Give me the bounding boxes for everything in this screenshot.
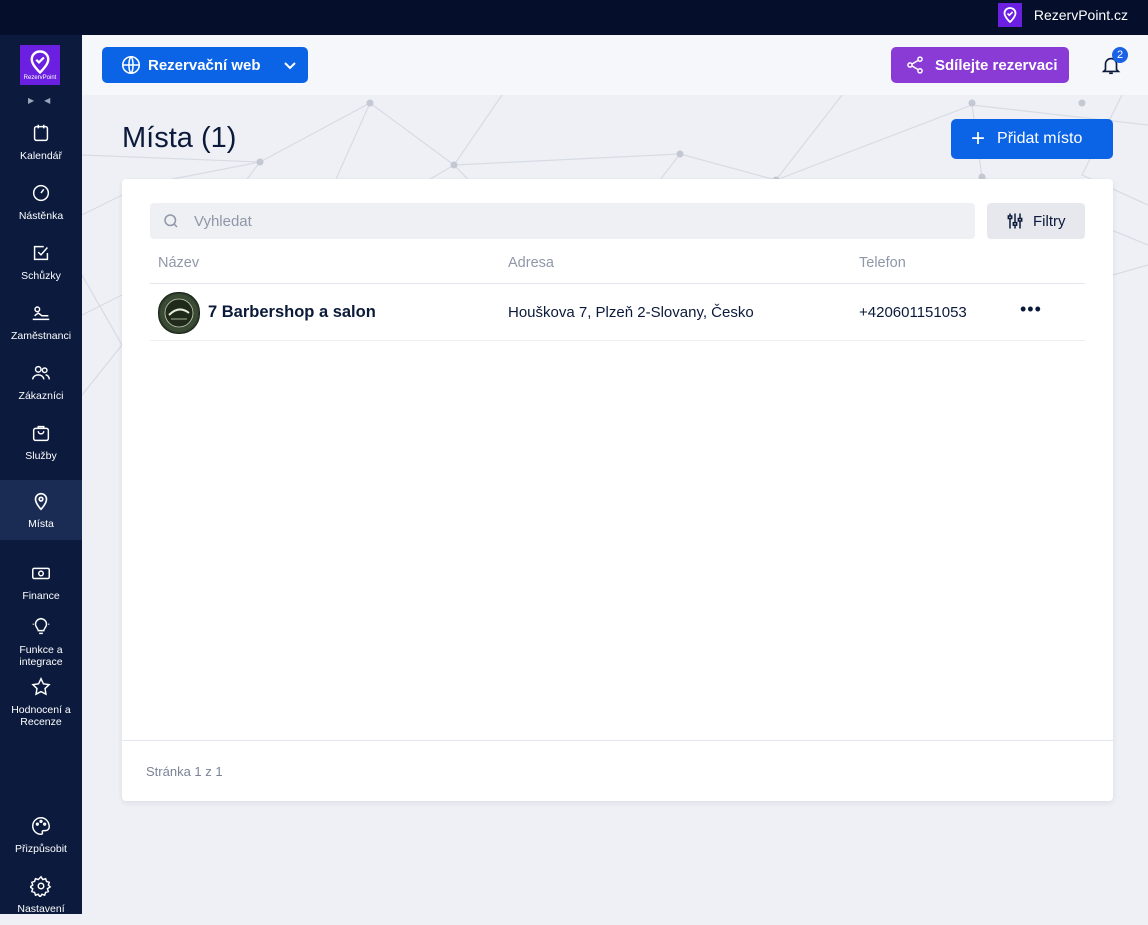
sidebar-item-label: Přizpůsobit (15, 843, 67, 855)
column-header-name[interactable]: Název (158, 255, 199, 271)
sidebar-item-services[interactable]: Služby (0, 412, 82, 472)
calendar-icon (33, 124, 49, 142)
chevron-down-icon[interactable] (282, 57, 298, 73)
sidebar-item-label: Služby (25, 450, 57, 462)
brand-name: RezervPoint.cz (1033, 7, 1128, 23)
footer-divider (122, 740, 1113, 741)
gear-icon (30, 875, 52, 897)
row-divider (150, 340, 1085, 341)
sidebar-logo[interactable]: RezervPoint (20, 45, 60, 85)
sidebar-item-dashboard[interactable]: Nástěnka (0, 172, 82, 232)
sidebar-item-label: Zákazníci (18, 390, 64, 402)
sidebar-item-locations[interactable]: Místa (0, 480, 82, 540)
sidebar-item-employees[interactable]: Zaměstnanci (0, 292, 82, 352)
search-box[interactable] (150, 203, 975, 239)
sidebar-item-calendar[interactable]: Kalendář (0, 112, 82, 172)
sidebar-item-label: Hodnocení a Recenze (11, 704, 71, 728)
sidebar-item-label: Kalendář (19, 150, 63, 162)
notification-badge: 2 (1112, 47, 1128, 63)
add-location-button[interactable]: + Přidat místo (951, 119, 1113, 159)
sidebar-item-settings[interactable]: Nastavení (0, 865, 82, 925)
booking-web-select[interactable]: Rezervační web (102, 47, 308, 83)
location-phone: +420601151053 (859, 304, 967, 321)
sidebar-item-label: Funkce a integrace (19, 644, 63, 668)
top-bar: RezervPoint.cz (0, 0, 1148, 35)
share-icon (907, 56, 923, 74)
booking-web-label: Rezervační web (148, 56, 261, 74)
employees-icon (32, 306, 50, 321)
column-header-phone[interactable]: Telefon (859, 255, 906, 271)
add-location-label: Přidat místo (997, 130, 1083, 147)
lightbulb-icon (32, 617, 50, 635)
sidebar-collapse-toggle[interactable]: ▶ ◀ (28, 96, 50, 105)
share-booking-button[interactable]: Sdílejte rezervaci (891, 47, 1069, 83)
location-name[interactable]: 7 Barbershop a salon (208, 303, 376, 322)
rezervpoint-logo-icon (997, 3, 1022, 27)
sidebar-item-customers[interactable]: Zákazníci (0, 352, 82, 412)
barbershop-logo-icon (160, 294, 198, 332)
sliders-icon (1007, 213, 1023, 229)
map-pin-icon (34, 492, 48, 511)
star-icon (31, 677, 51, 696)
money-icon (32, 567, 50, 580)
sidebar-item-customize[interactable]: Přizpůsobit (0, 805, 82, 865)
checkbox-icon (33, 245, 49, 261)
sidebar-item-label: Finance (22, 590, 60, 602)
search-input[interactable] (192, 211, 956, 231)
collapse-icon[interactable]: ◀ (44, 96, 50, 105)
plus-icon: + (971, 125, 986, 152)
more-actions-icon[interactable]: ••• (1020, 299, 1042, 320)
main-content: Místa (1) + Přidat místo Filtry Název Ad… (82, 95, 1148, 914)
brand[interactable]: RezervPoint.cz (997, 3, 1128, 27)
sidebar: RezervPoint ▶ ◀ Kalendář Nástěnka Schůzk… (0, 35, 82, 915)
customers-icon (32, 365, 50, 380)
pagination-text: Stránka 1 z 1 (146, 764, 223, 779)
column-header-address[interactable]: Adresa (508, 255, 554, 271)
sidebar-item-reviews[interactable]: Hodnocení a Recenze (0, 667, 82, 737)
location-address: Houškova 7, Plzeň 2-Slovany, Česko (508, 304, 754, 321)
search-icon (164, 214, 178, 228)
sidebar-item-label: Schůzky (21, 270, 61, 282)
sidebar-item-label: Nástěnka (18, 210, 64, 222)
rezervpoint-logo-icon (30, 49, 50, 74)
header-divider (150, 283, 1085, 284)
expand-icon[interactable]: ▶ (28, 96, 34, 105)
sidebar-item-finance[interactable]: Finance (0, 552, 82, 612)
palette-icon (32, 817, 50, 835)
sidebar-item-appointments[interactable]: Schůzky (0, 232, 82, 292)
gauge-icon (32, 184, 50, 202)
sidebar-item-label: Nastavení (17, 903, 65, 915)
share-booking-label: Sdílejte rezervaci (935, 56, 1058, 74)
filters-button[interactable]: Filtry (987, 203, 1085, 239)
header-bar: Rezervační web Sdílejte rezervaci 2 (82, 35, 1148, 95)
filters-label: Filtry (1033, 212, 1066, 230)
bag-icon (32, 425, 50, 442)
page-title: Místa (1) (122, 122, 237, 154)
location-avatar (158, 292, 200, 334)
sidebar-item-label: Zaměstnanci (10, 330, 72, 342)
globe-icon (121, 55, 141, 75)
sidebar-logo-text: RezervPoint (23, 74, 57, 81)
locations-card: Filtry Název Adresa Telefon 7 Barbershop… (122, 179, 1113, 801)
sidebar-item-label: Místa (28, 518, 54, 530)
